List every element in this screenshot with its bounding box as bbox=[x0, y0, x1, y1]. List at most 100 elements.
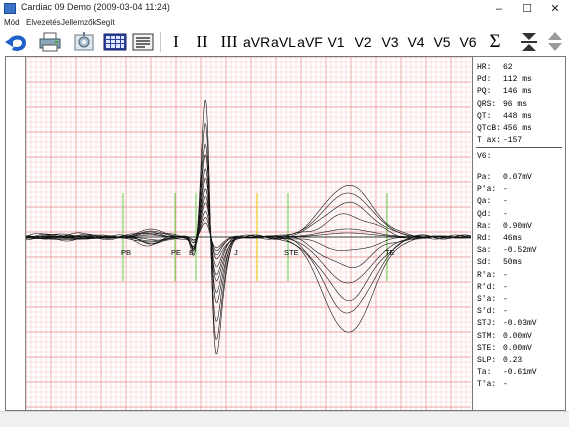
measure-value: 50ms bbox=[503, 258, 523, 268]
measure-value: -0.61mV bbox=[503, 368, 537, 378]
measure-value: - bbox=[503, 307, 508, 317]
measure-value: - bbox=[503, 197, 508, 207]
back-arrow-icon[interactable] bbox=[4, 31, 28, 53]
lead-iii-button[interactable]: III bbox=[216, 30, 242, 54]
lead-v3-button[interactable]: V3 bbox=[378, 30, 402, 54]
measure-row: S'a: - bbox=[477, 295, 508, 305]
measure-value: -0.52mV bbox=[503, 246, 537, 256]
ecg-trace bbox=[25, 177, 472, 282]
measure-row: Ta: -0.61mV bbox=[477, 368, 537, 378]
lead-avf-button[interactable]: aVF bbox=[296, 30, 324, 54]
measure-label: P'a: bbox=[477, 185, 497, 195]
measure-value: 456 ms bbox=[503, 124, 532, 133]
measurement-panel: HR: 62 Pd: 112 ms PQ: 146 ms QRS: 96 ms QT: 448 m… bbox=[472, 57, 565, 410]
measure-value: 62 bbox=[503, 63, 513, 72]
ecg-plot[interactable]: PB PE B J STE TE bbox=[25, 56, 472, 410]
measure-row: Pd: 112 ms bbox=[477, 75, 532, 85]
measure-row: Qd: - bbox=[477, 210, 508, 220]
measure-row: Sd: 50ms bbox=[477, 258, 522, 268]
measure-label: Ta: bbox=[477, 368, 492, 378]
lead-avl-button[interactable]: aVL bbox=[270, 30, 297, 54]
measure-label: T'a: bbox=[477, 380, 497, 390]
panel-divider bbox=[476, 147, 562, 148]
menu-mod[interactable]: Mód bbox=[4, 17, 20, 29]
measure-row: Ra: 0.90mV bbox=[477, 222, 532, 232]
measure-row: R'd: - bbox=[477, 283, 508, 293]
measure-row: STE: 0.00mV bbox=[477, 344, 532, 354]
measure-label: SLP: bbox=[477, 356, 497, 365]
measure-value: - bbox=[503, 270, 508, 280]
measure-label: Pd: bbox=[477, 75, 492, 85]
measure-value: 0.07mV bbox=[503, 173, 532, 182]
measure-row: QTcB: 456 ms bbox=[477, 124, 532, 134]
sigma-button[interactable]: Σ bbox=[484, 30, 506, 54]
measure-label: QTcB: bbox=[477, 124, 502, 133]
main-area: PB PE B J STE TE HR: 62 Pd: 112 ms PQ: 146 ms QRS: 9… bbox=[5, 56, 566, 411]
lead-v1-button[interactable]: V1 bbox=[324, 30, 348, 54]
measure-value: - bbox=[503, 209, 508, 219]
measure-value: - bbox=[503, 185, 508, 195]
measure-row: HR: 62 bbox=[477, 63, 513, 73]
measure-value: - bbox=[503, 295, 508, 304]
title-bar: Cardiac 09 Demo (2009-03-04 11:24) – ☐ ✕ bbox=[0, 0, 569, 17]
marker-label: PE bbox=[171, 248, 181, 257]
measure-label: Ra: bbox=[477, 221, 492, 231]
measure-value: 112 ms bbox=[503, 75, 532, 85]
marker-label: STE bbox=[284, 248, 299, 257]
measure-row: Pa: 0.07mV bbox=[477, 173, 532, 183]
measure-label: Sa: bbox=[477, 246, 492, 256]
measure-value: -157 bbox=[503, 136, 523, 146]
toolbar: I II III aVR aVL aVF V1 V2 V3 V4 V5 V6 Σ bbox=[0, 29, 569, 56]
measure-label: STE: bbox=[477, 343, 497, 353]
measure-value: 146 ms bbox=[503, 87, 532, 97]
measure-value: 0.00mV bbox=[503, 331, 532, 341]
close-button[interactable]: ✕ bbox=[541, 0, 569, 17]
window-title: Cardiac 09 Demo (2009-03-04 11:24) bbox=[21, 2, 170, 12]
measure-label: S'a: bbox=[477, 295, 497, 304]
measure-label: R'a: bbox=[477, 270, 497, 280]
lead-v4-button[interactable]: V4 bbox=[404, 30, 428, 54]
printer-icon[interactable] bbox=[38, 31, 62, 53]
collapse-icon[interactable] bbox=[518, 31, 540, 53]
measure-row: PQ: 146 ms bbox=[477, 87, 532, 97]
measure-label: Qd: bbox=[477, 209, 492, 219]
measure-value: -0.03mV bbox=[503, 319, 537, 329]
measure-label: Qa: bbox=[477, 197, 492, 207]
measure-value: 0.00mV bbox=[503, 343, 532, 353]
measure-row: P'a: - bbox=[477, 185, 508, 195]
measure-value: 0.23 bbox=[503, 356, 523, 365]
measure-row: QT: 448 ms bbox=[477, 112, 532, 122]
lead-v6-button[interactable]: V6 bbox=[456, 30, 480, 54]
measure-value: - bbox=[503, 380, 508, 390]
maximize-button[interactable]: ☐ bbox=[513, 0, 541, 17]
lead-v5-button[interactable]: V5 bbox=[430, 30, 454, 54]
marker-label: B bbox=[189, 248, 194, 257]
menu-bar: Mód Elvezetés Jellemzők Segít bbox=[0, 17, 569, 29]
measure-row: R'a: - bbox=[477, 271, 508, 281]
lead-avr-button[interactable]: aVR bbox=[243, 30, 270, 54]
app-icon bbox=[4, 3, 16, 14]
ecg-trace bbox=[26, 168, 471, 293]
grid-icon[interactable] bbox=[103, 31, 127, 53]
report-icon[interactable] bbox=[131, 31, 155, 53]
measure-label: STM: bbox=[477, 331, 497, 341]
minimize-button[interactable]: – bbox=[485, 0, 513, 17]
settings-icon[interactable] bbox=[72, 31, 96, 53]
menu-jellemzok[interactable]: Jellemzők bbox=[61, 17, 97, 29]
lead-ii-button[interactable]: II bbox=[191, 30, 213, 54]
measure-label: Pa: bbox=[477, 173, 492, 182]
measure-row: T ax: -157 bbox=[477, 136, 522, 146]
lead-v2-button[interactable]: V2 bbox=[351, 30, 375, 54]
menu-elvezetes[interactable]: Elvezetés bbox=[26, 17, 61, 29]
measure-label: QT: bbox=[477, 111, 492, 121]
menu-segit[interactable]: Segít bbox=[96, 17, 115, 29]
lead-i-button[interactable]: I bbox=[166, 30, 186, 54]
ecg-grid bbox=[25, 56, 472, 410]
measure-row: QRS: 96 ms bbox=[477, 100, 527, 110]
lead-strip[interactable] bbox=[6, 57, 26, 410]
measure-row: STM: 0.00mV bbox=[477, 332, 532, 342]
measure-value: 0.90mV bbox=[503, 221, 532, 231]
lead-title: V6: bbox=[477, 152, 492, 161]
expand-icon[interactable] bbox=[544, 31, 566, 53]
measure-label: Sd: bbox=[477, 258, 492, 268]
